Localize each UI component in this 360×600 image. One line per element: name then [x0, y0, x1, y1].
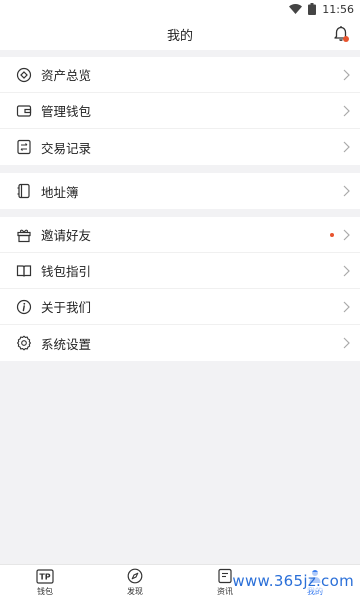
transaction-record-icon [16, 139, 32, 155]
news-icon [216, 568, 234, 584]
menu-section-assets: 资产总览 管理钱包 交易记录 [0, 57, 360, 165]
menu-item-label: 邀请好友 [41, 228, 92, 243]
notification-badge [343, 36, 349, 42]
tab-wallet[interactable]: TP 钱包 [0, 565, 90, 600]
page-title: 我的 [166, 28, 193, 44]
menu-item-wallet-guide[interactable]: 钱包指引 [0, 253, 360, 289]
status-time: 11:56 [322, 2, 354, 16]
battery-icon [308, 3, 317, 15]
asset-overview-icon [16, 67, 32, 83]
menu-section-other: 邀请好友 钱包指引 关于我们 系统设置 [0, 217, 360, 361]
info-icon [16, 299, 32, 315]
menu-item-label: 管理钱包 [41, 104, 92, 119]
menu-item-invite-friends[interactable]: 邀请好友 [0, 217, 360, 253]
tab-label: 钱包 [37, 587, 53, 596]
tab-label: 资讯 [217, 587, 233, 596]
gift-icon [16, 227, 32, 243]
chevron-right-icon [343, 265, 350, 276]
menu-item-about-us[interactable]: 关于我们 [0, 289, 360, 325]
menu-item-label: 钱包指引 [41, 264, 92, 279]
tp-wallet-icon: TP [36, 568, 54, 584]
menu-item-manage-wallet[interactable]: 管理钱包 [0, 93, 360, 129]
chevron-right-icon [343, 301, 350, 312]
chevron-right-icon [343, 141, 350, 153]
menu-item-label: 资产总览 [41, 68, 92, 83]
menu-item-label: 系统设置 [41, 336, 92, 352]
settings-gear-icon [16, 335, 32, 351]
compass-icon [126, 568, 144, 584]
chevron-right-icon [343, 69, 350, 80]
new-badge [330, 232, 334, 237]
wallet-icon [16, 103, 32, 119]
header: 我的 [0, 18, 360, 50]
chevron-right-icon [343, 185, 350, 197]
menu-item-asset-overview[interactable]: 资产总览 [0, 57, 360, 93]
menu-item-system-settings[interactable]: 系统设置 [0, 325, 360, 361]
watermark-text: www.365jz.com [232, 572, 354, 590]
chevron-right-icon [343, 337, 350, 349]
tab-discover[interactable]: 发现 [90, 565, 180, 600]
chevron-right-icon [343, 229, 350, 240]
menu-item-transaction-record[interactable]: 交易记录 [0, 129, 360, 165]
tp-logo-text: TP [39, 572, 50, 581]
menu-section-address: 地址簿 [0, 173, 360, 209]
address-book-icon [16, 183, 32, 199]
menu-item-label: 交易记录 [41, 140, 92, 156]
book-icon [16, 263, 32, 279]
menu-item-address-book[interactable]: 地址簿 [0, 173, 360, 209]
menu-item-label: 地址簿 [41, 184, 79, 200]
wifi-icon [289, 4, 303, 14]
status-bar: 11:56 [0, 0, 360, 18]
menu-item-label: 关于我们 [41, 300, 92, 315]
notification-button[interactable] [332, 25, 350, 43]
tab-label: 发现 [127, 587, 143, 596]
chevron-right-icon [343, 105, 350, 116]
